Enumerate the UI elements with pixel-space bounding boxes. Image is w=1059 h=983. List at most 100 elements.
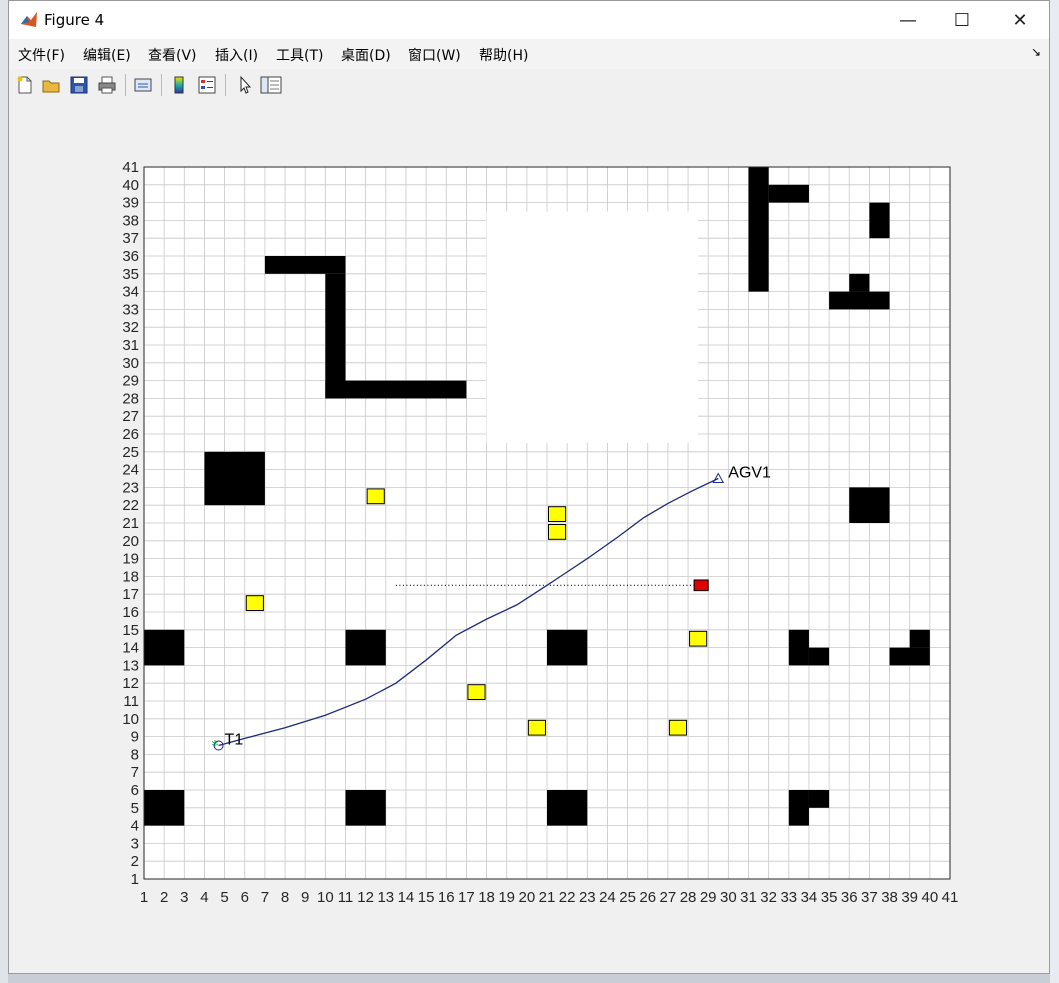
x-tick-label: 31 — [740, 889, 757, 906]
x-tick-label: 12 — [357, 889, 374, 906]
y-tick-label: 34 — [122, 284, 139, 301]
x-tick-label: 4 — [200, 889, 208, 906]
x-tick-label: 41 — [942, 889, 959, 906]
y-tick-label: 10 — [122, 711, 139, 728]
x-tick-label: 37 — [861, 889, 878, 906]
x-tick-label: 39 — [901, 889, 918, 906]
y-tick-label: 25 — [122, 444, 139, 461]
y-tick-label: 27 — [122, 408, 139, 425]
obstacle-block — [909, 629, 930, 648]
y-tick-label: 19 — [122, 551, 139, 568]
y-tick-label: 40 — [122, 177, 139, 194]
y-tick-label: 26 — [122, 426, 139, 443]
obstacle-block — [204, 451, 265, 506]
y-tick-label: 14 — [122, 640, 139, 657]
y-tick-label: 11 — [123, 693, 139, 710]
x-tick-label: 2 — [160, 889, 168, 906]
x-tick-label: 14 — [398, 889, 415, 906]
y-tick-label: 17 — [122, 586, 139, 603]
y-tick-label: 13 — [122, 657, 139, 674]
obstacle-block — [144, 790, 185, 826]
x-tick-label: 11 — [338, 889, 354, 906]
y-tick-label: 18 — [122, 568, 139, 585]
x-tick-label: 23 — [579, 889, 596, 906]
y-tick-label: 24 — [122, 462, 139, 479]
y-tick-label: 37 — [122, 230, 139, 247]
x-tick-label: 38 — [881, 889, 898, 906]
obstacle-block — [788, 790, 809, 826]
y-tick-label: 3 — [131, 835, 139, 852]
obstacle-block — [547, 790, 588, 826]
y-tick-label: 2 — [131, 853, 139, 870]
y-tick-label: 23 — [122, 479, 139, 496]
y-tick-label: 28 — [122, 390, 139, 407]
obstacle-block — [849, 273, 870, 292]
x-tick-label: 25 — [619, 889, 636, 906]
x-tick-label: 7 — [261, 889, 269, 906]
y-tick-label: 6 — [131, 782, 139, 799]
agv-label: AGV1 — [728, 465, 771, 482]
obstacle-block — [547, 629, 588, 666]
y-tick-label: 15 — [122, 622, 139, 639]
x-tick-label: 28 — [680, 889, 697, 906]
y-tick-label: 20 — [122, 533, 139, 550]
x-tick-label: 8 — [281, 889, 289, 906]
x-tick-label: 9 — [301, 889, 309, 906]
x-tick-label: 27 — [660, 889, 677, 906]
y-tick-label: 41 — [122, 159, 139, 176]
x-tick-label: 18 — [478, 889, 495, 906]
y-tick-label: 12 — [122, 675, 139, 692]
x-tick-label: 5 — [220, 889, 228, 906]
obstacle-block — [748, 167, 769, 292]
yellow-cell — [548, 506, 567, 523]
x-tick-label: 36 — [841, 889, 858, 906]
y-tick-label: 32 — [122, 319, 139, 336]
x-tick-label: 1 — [140, 889, 148, 906]
y-tick-label: 22 — [122, 497, 139, 514]
blank-region — [486, 211, 699, 443]
obstacle-block — [808, 647, 830, 666]
x-tick-label: 26 — [639, 889, 656, 906]
y-tick-label: 1 — [131, 871, 139, 888]
obstacle-block — [829, 291, 890, 310]
x-tick-label: 30 — [720, 889, 737, 906]
x-tick-label: 10 — [317, 889, 334, 906]
x-tick-label: 13 — [377, 889, 394, 906]
x-tick-label: 19 — [498, 889, 515, 906]
x-tick-label: 16 — [438, 889, 455, 906]
y-tick-label: 36 — [122, 248, 139, 265]
obstacle-block — [889, 647, 930, 666]
yellow-cell — [689, 630, 708, 647]
x-tick-label: 29 — [700, 889, 717, 906]
y-tick-label: 30 — [122, 355, 139, 372]
obstacle-block — [768, 184, 809, 203]
y-tick-label: 33 — [122, 301, 139, 318]
x-tick-label: 35 — [821, 889, 838, 906]
obstacle-block — [869, 202, 890, 239]
y-tick-label: 4 — [131, 818, 139, 835]
x-tick-label: 24 — [599, 889, 616, 906]
x-tick-label: 32 — [760, 889, 777, 906]
yellow-cell — [668, 719, 688, 736]
obstacle-block — [144, 629, 185, 666]
y-tick-label: 8 — [131, 746, 139, 763]
x-tick-label: 22 — [559, 889, 576, 906]
obstacle-block — [345, 790, 386, 826]
x-tick-label: 21 — [539, 889, 556, 906]
obstacle-block — [325, 273, 346, 399]
x-tick-label: 15 — [418, 889, 435, 906]
x-tick-label: 17 — [458, 889, 475, 906]
y-tick-label: 21 — [122, 515, 139, 532]
x-tick-label: 33 — [780, 889, 797, 906]
obstacle-block — [808, 790, 830, 808]
red-marker — [693, 579, 709, 592]
grid-map-axes[interactable]: * T1AGV11 2 3 4 5 6 7 8 9 10 11 12 13 14 15 16 17 18 19 20 21… — [0, 0, 1059, 983]
y-tick-label: 29 — [122, 373, 139, 390]
obstacle-block — [325, 380, 467, 399]
obstacle-block — [264, 256, 346, 274]
x-tick-label: 6 — [241, 889, 249, 906]
x-tick-label: 3 — [180, 889, 188, 906]
yellow-cell — [527, 719, 546, 736]
obstacle-block — [788, 629, 809, 666]
start-label: T1 — [225, 732, 244, 749]
